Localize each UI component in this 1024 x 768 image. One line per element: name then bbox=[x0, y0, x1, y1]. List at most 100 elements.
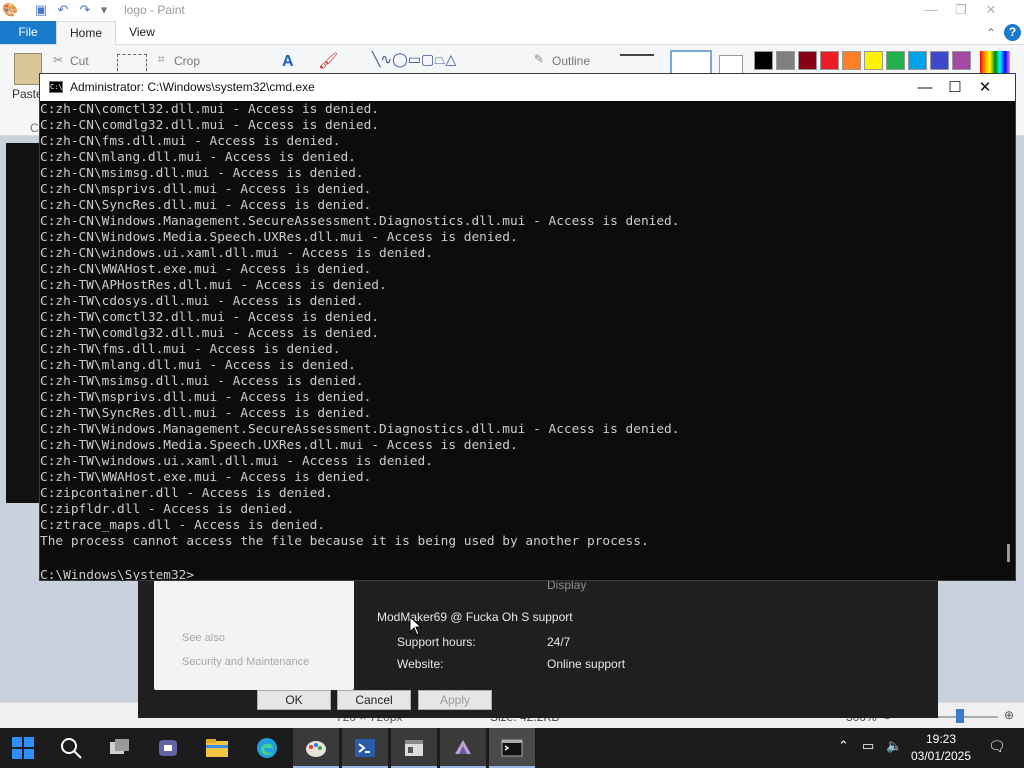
customize-quick-access-icon[interactable]: ▾ bbox=[97, 3, 111, 17]
shapes-icon[interactable]: ╲∿◯▭▢⏢△ bbox=[372, 51, 456, 68]
cmd-output-line: C:zh-CN\SyncRes.dll.mui - Access is deni… bbox=[40, 198, 372, 213]
cmd-output-line: C:zh-TW\windows.ui.xaml.dll.mui - Access… bbox=[40, 454, 433, 469]
see-also-label: See also bbox=[182, 632, 225, 644]
outline-dropdown[interactable]: Outline bbox=[552, 54, 590, 68]
cmd-title-bar[interactable]: C:\ Administrator: C:\Windows\system32\c… bbox=[40, 74, 1015, 101]
search-icon bbox=[61, 738, 82, 759]
cmd-output-line: C:zh-TW\msimsg.dll.mui - Access is denie… bbox=[40, 374, 364, 389]
apply-button[interactable]: Apply bbox=[418, 690, 492, 710]
close-icon[interactable]: ✕ bbox=[976, 0, 1006, 21]
ok-button[interactable]: OK bbox=[257, 690, 331, 710]
cmd-console-output[interactable]: C:zh-CN\comctl32.dll.mui - Access is den… bbox=[40, 102, 1008, 580]
cmd-output-line: C:zh-TW\msprivs.dll.mui - Access is deni… bbox=[40, 390, 372, 405]
collapse-ribbon-icon[interactable]: ⌃ bbox=[986, 26, 996, 40]
powershell-button[interactable] bbox=[342, 728, 388, 768]
palette-swatch[interactable] bbox=[798, 51, 817, 70]
cmd-output-line: C:zh-CN\comctl32.dll.mui - Access is den… bbox=[40, 102, 379, 117]
paint-button[interactable] bbox=[293, 728, 339, 768]
tab-view[interactable]: View bbox=[114, 21, 170, 44]
search-button[interactable] bbox=[48, 728, 94, 768]
crop-icon[interactable]: ⌗ bbox=[158, 52, 165, 67]
cmd-output-line: C:zh-TW\APHostRes.dll.mui - Access is de… bbox=[40, 278, 387, 293]
control-panel-icon bbox=[405, 740, 423, 756]
file-explorer-button[interactable] bbox=[194, 728, 240, 768]
cmd-window-title: Administrator: C:\Windows\system32\cmd.e… bbox=[70, 80, 315, 94]
maximize-icon[interactable]: ❐ bbox=[946, 0, 976, 21]
app-icon bbox=[455, 740, 471, 754]
powershell-icon bbox=[355, 739, 375, 757]
tab-home[interactable]: Home bbox=[56, 21, 116, 45]
app-button[interactable] bbox=[440, 728, 486, 768]
palette-swatch[interactable] bbox=[842, 51, 861, 70]
palette-swatch[interactable] bbox=[908, 51, 927, 70]
clock[interactable]: 19:23 03/01/2025 bbox=[904, 731, 978, 765]
file-explorer-icon bbox=[206, 739, 228, 757]
start-button[interactable] bbox=[0, 728, 46, 768]
cmd-output-line: C:zh-TW\fms.dll.mui - Access is denied. bbox=[40, 342, 341, 357]
tab-file[interactable]: File bbox=[0, 21, 56, 44]
palette-swatch[interactable] bbox=[952, 51, 971, 70]
cmd-output-line: C:ztrace_maps.dll - Access is denied. bbox=[40, 518, 326, 533]
cmd-prompt-line[interactable]: C:\Windows\System32> bbox=[40, 568, 202, 580]
cmd-output-line: C:zh-CN\WWAHost.exe.mui - Access is deni… bbox=[40, 262, 372, 277]
zoom-in-icon[interactable]: ⊕ bbox=[1004, 708, 1014, 722]
paint-app-icon: 🎨 bbox=[2, 2, 19, 17]
cmd-output-line: C:zh-TW\cdosys.dll.mui - Access is denie… bbox=[40, 294, 364, 309]
cmd-output-line: C:zh-TW\mlang.dll.mui - Access is denied… bbox=[40, 358, 356, 373]
taskbar: ⌃ ▭ 🔈 19:23 03/01/2025 🗨 bbox=[0, 728, 1024, 768]
online-support-link[interactable]: Online support bbox=[547, 657, 625, 671]
palette-swatch[interactable] bbox=[820, 51, 839, 70]
brush-icon[interactable]: 🖌 bbox=[318, 51, 338, 71]
cmd-output-lines: C:zh-CN\comctl32.dll.mui - Access is den… bbox=[40, 102, 679, 550]
notifications-icon[interactable]: 🗨 bbox=[988, 738, 1006, 755]
cmd-output-line: C:zh-CN\Windows.Media.Speech.UXRes.dll.m… bbox=[40, 230, 518, 245]
website-label: Website: bbox=[397, 657, 444, 671]
task-view-button[interactable] bbox=[97, 728, 143, 768]
paint-icon bbox=[306, 741, 326, 757]
control-panel-button[interactable] bbox=[391, 728, 437, 768]
cmd-scrollbar-thumb[interactable] bbox=[1007, 544, 1010, 562]
show-hidden-icons-icon[interactable]: ⌃ bbox=[838, 738, 849, 754]
clock-date: 03/01/2025 bbox=[910, 749, 972, 763]
minimize-icon[interactable]: — bbox=[916, 0, 946, 21]
cmd-output-line: C:zipfldr.dll - Access is denied. bbox=[40, 502, 295, 517]
mouse-pointer-icon bbox=[409, 616, 422, 636]
cmd-minimize-icon[interactable]: — bbox=[910, 74, 940, 101]
zoom-slider-thumb[interactable] bbox=[956, 709, 964, 723]
edge-button[interactable] bbox=[244, 728, 290, 768]
cmd-output-line: C:zh-TW\WWAHost.exe.mui - Access is deni… bbox=[40, 470, 372, 485]
cancel-button[interactable]: Cancel bbox=[337, 690, 411, 710]
outline-icon[interactable]: ✎ bbox=[534, 52, 544, 66]
undo-icon[interactable]: ↶ bbox=[56, 3, 70, 17]
cmd-output-line: C:zh-TW\Windows.Management.SecureAssessm… bbox=[40, 422, 680, 437]
save-icon[interactable]: ▣ bbox=[34, 3, 48, 17]
palette-swatch[interactable] bbox=[930, 51, 949, 70]
cmd-close-icon[interactable]: ✕ bbox=[970, 74, 1000, 101]
cmd-prompt: C:\Windows\System32> bbox=[40, 568, 195, 580]
network-icon[interactable]: ▭ bbox=[862, 738, 874, 754]
security-maintenance-link[interactable]: Security and Maintenance bbox=[182, 656, 309, 668]
volume-icon[interactable]: 🔈 bbox=[886, 738, 902, 754]
paint-title-bar: 🎨 ▣ ↶ ↷ ▾ logo - Paint — ❐ ✕ bbox=[0, 0, 1024, 21]
redo-icon[interactable]: ↷ bbox=[78, 3, 92, 17]
palette-swatch[interactable] bbox=[864, 51, 883, 70]
cmd-output-line: C:zh-CN\msimsg.dll.mui - Access is denie… bbox=[40, 166, 364, 181]
cut-button[interactable]: Cut bbox=[70, 54, 89, 68]
cmd-maximize-icon[interactable]: ☐ bbox=[940, 74, 970, 101]
cmd-output-line: C:zh-CN\Windows.Management.SecureAssessm… bbox=[40, 214, 680, 229]
text-tool-icon[interactable]: A bbox=[282, 53, 294, 71]
paint-window-title: logo - Paint bbox=[124, 3, 185, 17]
cmd-button[interactable] bbox=[489, 728, 535, 768]
crop-button[interactable]: Crop bbox=[174, 54, 200, 68]
cmd-output-line: C:zh-CN\fms.dll.mui - Access is denied. bbox=[40, 134, 341, 149]
palette-swatch[interactable] bbox=[776, 51, 795, 70]
cmd-output-line: C:zh-CN\windows.ui.xaml.dll.mui - Access… bbox=[40, 246, 433, 261]
palette-swatch[interactable] bbox=[886, 51, 905, 70]
paste-icon[interactable] bbox=[14, 53, 42, 85]
scissors-icon[interactable]: ✂ bbox=[53, 53, 63, 67]
help-icon[interactable]: ? bbox=[1004, 24, 1021, 41]
clock-time: 19:23 bbox=[925, 732, 957, 746]
teams-button[interactable] bbox=[145, 728, 191, 768]
palette-swatch[interactable] bbox=[754, 51, 773, 70]
cmd-window-icon[interactable]: C:\ bbox=[49, 81, 63, 93]
